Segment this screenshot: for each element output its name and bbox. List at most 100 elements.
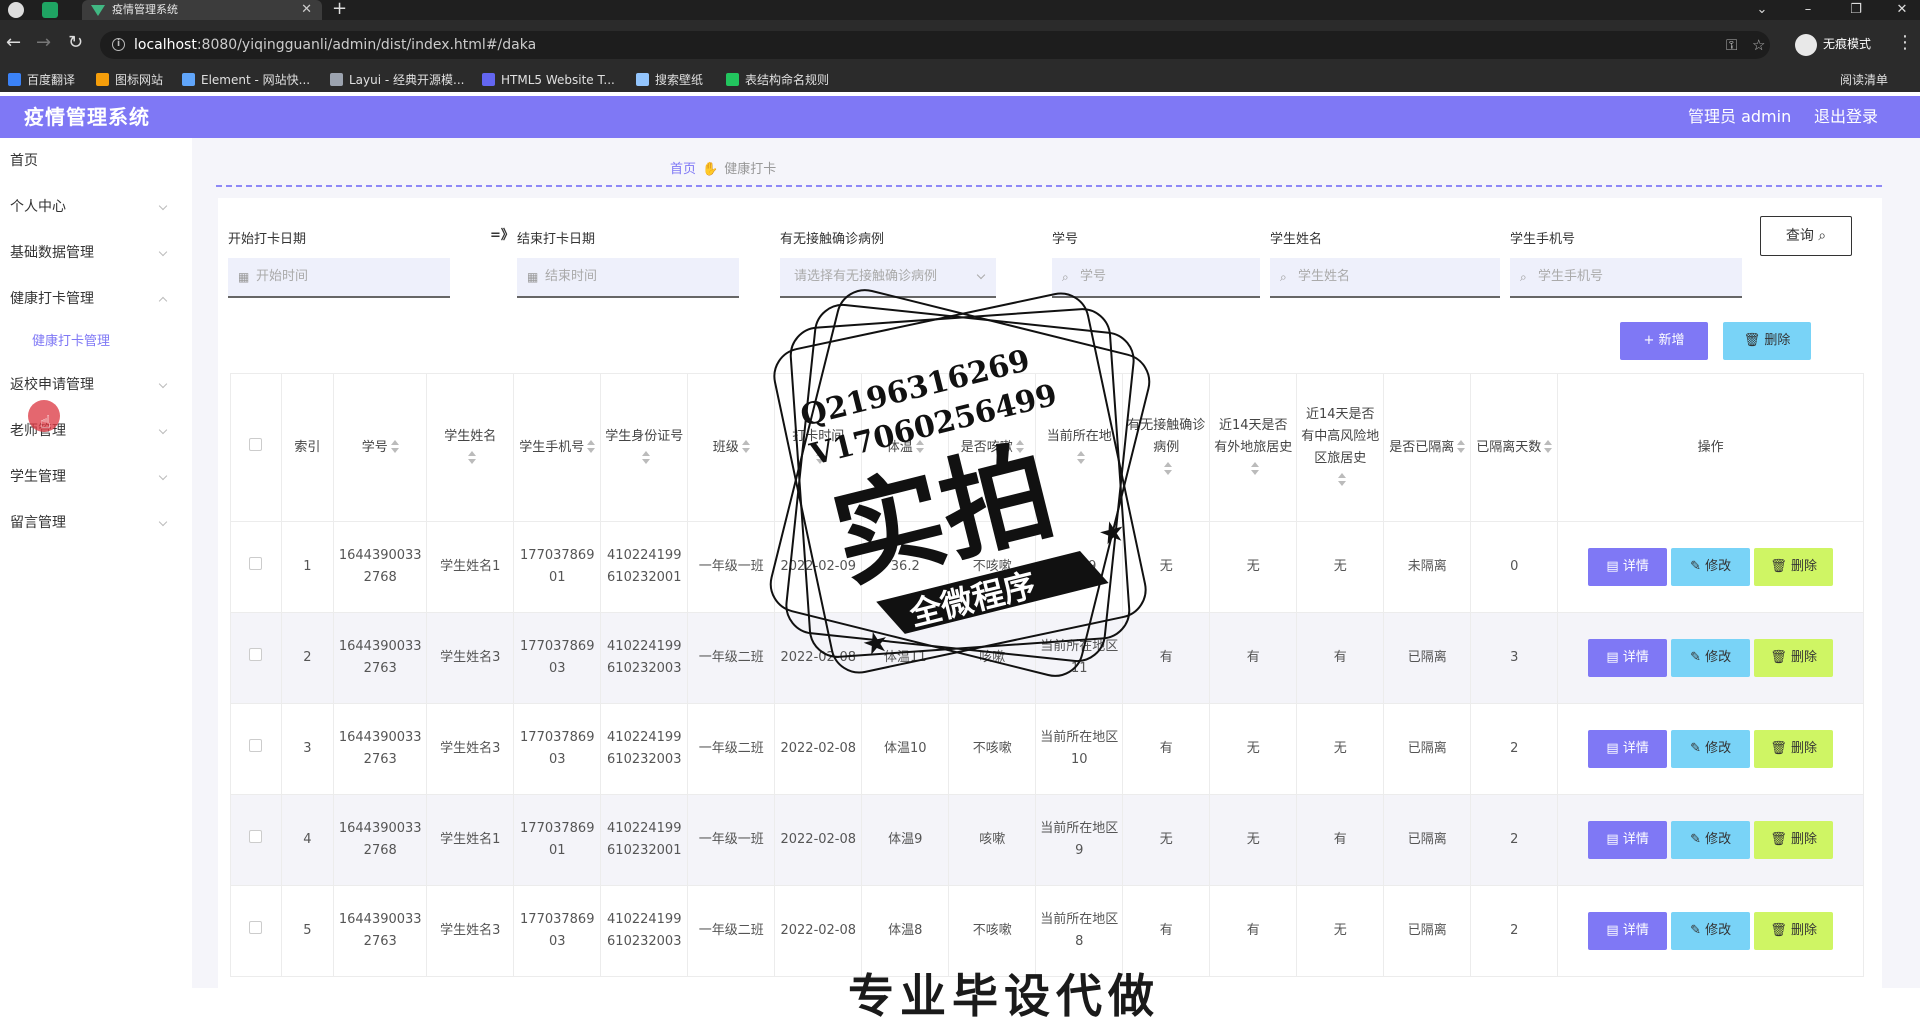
col-header[interactable]: 当前所在地	[1035, 373, 1124, 522]
detail-button[interactable]: ▤ 详情	[1588, 730, 1668, 768]
sort-icon[interactable]	[1250, 462, 1259, 476]
select-all-cell[interactable]	[230, 373, 282, 522]
close-tab-icon[interactable]: ✕	[301, 0, 312, 20]
sort-icon[interactable]	[815, 451, 824, 465]
sidebar-item-return-school[interactable]: 返校申请管理	[0, 362, 192, 408]
delete-button[interactable]: 🗑 删除	[1754, 548, 1834, 586]
address-bar[interactable]: i localhost:8080/yiqingguanli/admin/dist…	[100, 31, 1770, 59]
col-header[interactable]: 近14天是否有中高风险地区旅居史	[1296, 373, 1385, 522]
student-name-input[interactable]: ⌕ 学生姓名	[1270, 258, 1500, 298]
student-id-input[interactable]: ⌕ 学号	[1052, 258, 1260, 298]
bookmark-item[interactable]: 图标网站	[96, 68, 163, 92]
col-header[interactable]: 有无接触确诊病例	[1122, 373, 1211, 522]
bookmark-item[interactable]: HTML5 Website T...	[482, 68, 615, 92]
sort-icon[interactable]	[587, 440, 596, 454]
col-header[interactable]: 学生姓名	[426, 373, 515, 522]
sidebar-item-messages[interactable]: 留言管理	[0, 500, 192, 546]
sort-icon[interactable]	[1544, 440, 1553, 454]
edit-button[interactable]: ✎ 修改	[1671, 821, 1751, 859]
col-header[interactable]: 近14天是否有外地旅居史	[1209, 373, 1298, 522]
menu-icon[interactable]: ⋮	[1896, 32, 1914, 53]
contact-case-select[interactable]: 请选择有无接触确诊病例	[780, 258, 996, 298]
col-header[interactable]: 班级	[687, 373, 776, 522]
pinned-tab-icon[interactable]	[42, 2, 58, 18]
col-header[interactable]: 是否已隔离	[1383, 373, 1472, 522]
delete-button[interactable]: 🗑 删除	[1754, 639, 1834, 677]
sort-icon[interactable]	[915, 440, 924, 454]
sort-icon[interactable]	[641, 451, 650, 465]
logout-link[interactable]: 退出登录	[1814, 96, 1878, 138]
edit-button[interactable]: ✎ 修改	[1671, 639, 1751, 677]
sort-icon[interactable]	[1337, 473, 1346, 487]
sort-icon[interactable]	[1163, 462, 1172, 476]
detail-button[interactable]: ▤ 详情	[1588, 639, 1668, 677]
edit-button[interactable]: ✎ 修改	[1671, 548, 1751, 586]
incognito-indicator[interactable]: 无痕模式	[1795, 32, 1871, 56]
sort-icon[interactable]	[390, 440, 399, 454]
sidebar-item-students[interactable]: 学生管理	[0, 454, 192, 500]
sort-icon[interactable]	[467, 451, 476, 465]
col-header[interactable]: 学号	[333, 373, 428, 522]
start-date-input[interactable]: ▦ 开始时间	[228, 258, 450, 298]
reload-icon[interactable]: ↻	[68, 32, 83, 53]
tab-search-icon[interactable]: ⌄	[1744, 0, 1780, 20]
student-phone-input[interactable]: ⌕ 学生手机号	[1510, 258, 1742, 298]
delete-button[interactable]: 🗑 删除	[1754, 821, 1834, 859]
browser-profile-icon[interactable]	[8, 2, 24, 18]
query-button[interactable]: 查询 ⌕	[1760, 216, 1852, 256]
sidebar-item-home[interactable]: 首页	[0, 138, 192, 184]
bookmark-item[interactable]: 搜索壁纸	[636, 68, 703, 92]
col-header[interactable]: 学生身份证号	[600, 373, 689, 522]
row-checkbox[interactable]	[249, 921, 263, 934]
row-checkbox[interactable]	[249, 648, 263, 661]
restore-icon[interactable]: ❐	[1838, 0, 1874, 20]
reading-list[interactable]: 阅读清单	[1840, 68, 1888, 92]
minimize-icon[interactable]: –	[1790, 0, 1826, 20]
edit-button[interactable]: ✎ 修改	[1671, 730, 1751, 768]
forward-icon[interactable]: →	[36, 32, 51, 53]
add-button[interactable]: + 新增	[1620, 322, 1708, 360]
delete-button[interactable]: 🗑 删除	[1754, 730, 1834, 768]
key-icon[interactable]: ⚿	[1726, 31, 1737, 59]
edit-button[interactable]: ✎ 修改	[1671, 912, 1751, 950]
breadcrumb-home[interactable]: 首页	[670, 162, 696, 177]
row-select-cell[interactable]	[230, 703, 282, 795]
bookmark-star-icon[interactable]: ☆	[1752, 31, 1765, 59]
bookmark-item[interactable]: Element - 网站快...	[182, 68, 310, 92]
window-close-icon[interactable]: ✕	[1884, 0, 1920, 20]
new-tab-icon[interactable]: +	[332, 0, 347, 19]
end-date-input[interactable]: ▦ 结束时间	[517, 258, 739, 298]
sort-icon[interactable]	[1457, 440, 1466, 454]
sidebar-subitem-health-checkin[interactable]: 健康打卡管理	[0, 322, 192, 362]
select-all-checkbox[interactable]	[249, 437, 263, 451]
row-checkbox[interactable]	[249, 557, 263, 570]
row-checkbox[interactable]	[249, 830, 263, 843]
row-checkbox[interactable]	[249, 739, 263, 752]
sidebar-item-profile[interactable]: 个人中心	[0, 184, 192, 230]
bookmark-item[interactable]: 表结构命名规则	[726, 68, 829, 92]
batch-delete-button[interactable]: 🗑 删除	[1723, 322, 1811, 360]
detail-button[interactable]: ▤ 详情	[1588, 548, 1668, 586]
row-select-cell[interactable]	[230, 885, 282, 977]
detail-button[interactable]: ▤ 详情	[1588, 912, 1668, 950]
detail-button[interactable]: ▤ 详情	[1588, 821, 1668, 859]
row-select-cell[interactable]	[230, 521, 282, 613]
bookmark-item[interactable]: 百度翻译	[8, 68, 75, 92]
site-info-icon[interactable]: i	[112, 38, 125, 51]
col-header[interactable]: 打卡时间	[774, 373, 863, 522]
col-header[interactable]: 已隔离天数	[1470, 373, 1559, 522]
row-select-cell[interactable]	[230, 612, 282, 704]
sort-icon[interactable]	[741, 440, 750, 454]
delete-button[interactable]: 🗑 删除	[1754, 912, 1834, 950]
sort-icon[interactable]	[1015, 440, 1024, 454]
active-tab[interactable]: 疫情管理系统 ✕	[82, 0, 322, 20]
bookmark-item[interactable]: Layui - 经典开源模...	[330, 68, 464, 92]
col-header[interactable]: 是否咳嗽	[948, 373, 1037, 522]
back-icon[interactable]: ←	[6, 32, 21, 53]
row-select-cell[interactable]	[230, 794, 282, 886]
sort-icon[interactable]	[1076, 451, 1085, 465]
col-header[interactable]: 学生手机号	[513, 373, 602, 522]
col-header[interactable]: 体温	[861, 373, 950, 522]
sidebar-item-basic-data[interactable]: 基础数据管理	[0, 230, 192, 276]
sidebar-item-health-checkin[interactable]: 健康打卡管理	[0, 276, 192, 322]
